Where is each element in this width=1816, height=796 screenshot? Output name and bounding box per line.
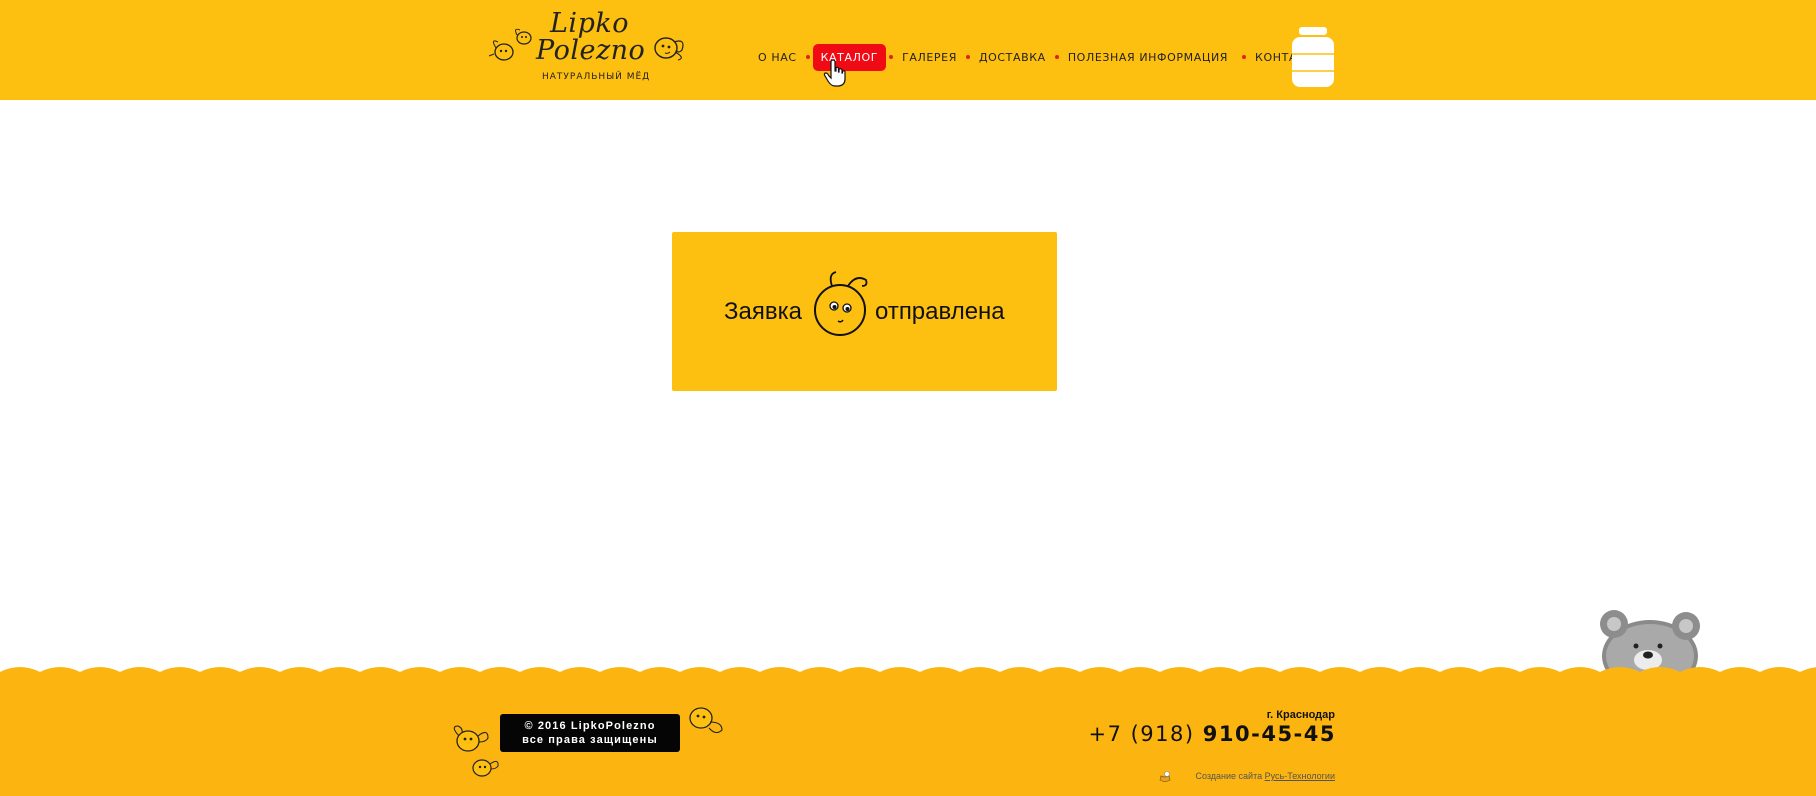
bee-icon [515, 28, 532, 45]
copyright-badge: © 2016 LipkoPolezno все права защищены [500, 714, 680, 752]
hand-cursor-icon [823, 60, 846, 87]
nav-separator [1242, 55, 1247, 59]
success-message-panel: Заявка отправлена [672, 232, 1057, 391]
logo-line2: Polezno [536, 35, 646, 66]
nav-separator [889, 55, 894, 59]
bee-icon [472, 759, 499, 777]
bee-icon [654, 37, 684, 61]
copyright-line1: © 2016 LipkoPolezno [524, 720, 656, 732]
site-header: Lipko Polezno НАТУРАЛЬНЫЙ МЁД О НАС КАТА… [0, 0, 1816, 100]
phone-code: +7 (918) [1088, 722, 1195, 746]
nav-item-useful-info[interactable]: ПОЛЕЗНАЯ ИНФОРМАЦИЯ [1062, 45, 1234, 70]
logo-line1: Lipko [550, 8, 629, 39]
message-part1: Заявка [724, 298, 802, 325]
credit-prefix: Создание сайта [1195, 771, 1263, 781]
developer-link[interactable]: Русь-Технологии [1265, 771, 1335, 781]
nav-item-about[interactable]: О НАС [752, 45, 803, 70]
phone-main: 910-45-45 [1202, 722, 1336, 746]
nav-item-delivery[interactable]: ДОСТАВКА [973, 45, 1052, 70]
phone-number[interactable]: +7 (918) 910-45-45 [1040, 722, 1336, 746]
copyright-line2: все права защищены [522, 734, 658, 746]
nav-separator [805, 55, 810, 59]
footer-wave [0, 667, 1816, 796]
message-part2: отправлена [875, 298, 1005, 325]
site-logo[interactable]: Lipko Polezno НАТУРАЛЬНЫЙ МЁД [486, 8, 692, 88]
developer-credit: Создание сайта Русь-Технологии [1150, 771, 1335, 781]
nav-separator [965, 55, 970, 59]
nav-separator [1054, 55, 1059, 59]
city-label: г. Краснодар [1266, 709, 1335, 721]
nav-item-gallery[interactable]: ГАЛЕРЕЯ [896, 45, 963, 70]
logo-subtitle: НАТУРАЛЬНЫЙ МЁД [542, 72, 651, 82]
bee-icon [689, 707, 723, 734]
honey-jar-icon[interactable] [1290, 27, 1336, 89]
bee-icon [453, 725, 489, 752]
logo-wordmark: Lipko Polezno [536, 10, 646, 64]
bee-face-icon [814, 271, 868, 336]
site-footer [0, 660, 1816, 796]
